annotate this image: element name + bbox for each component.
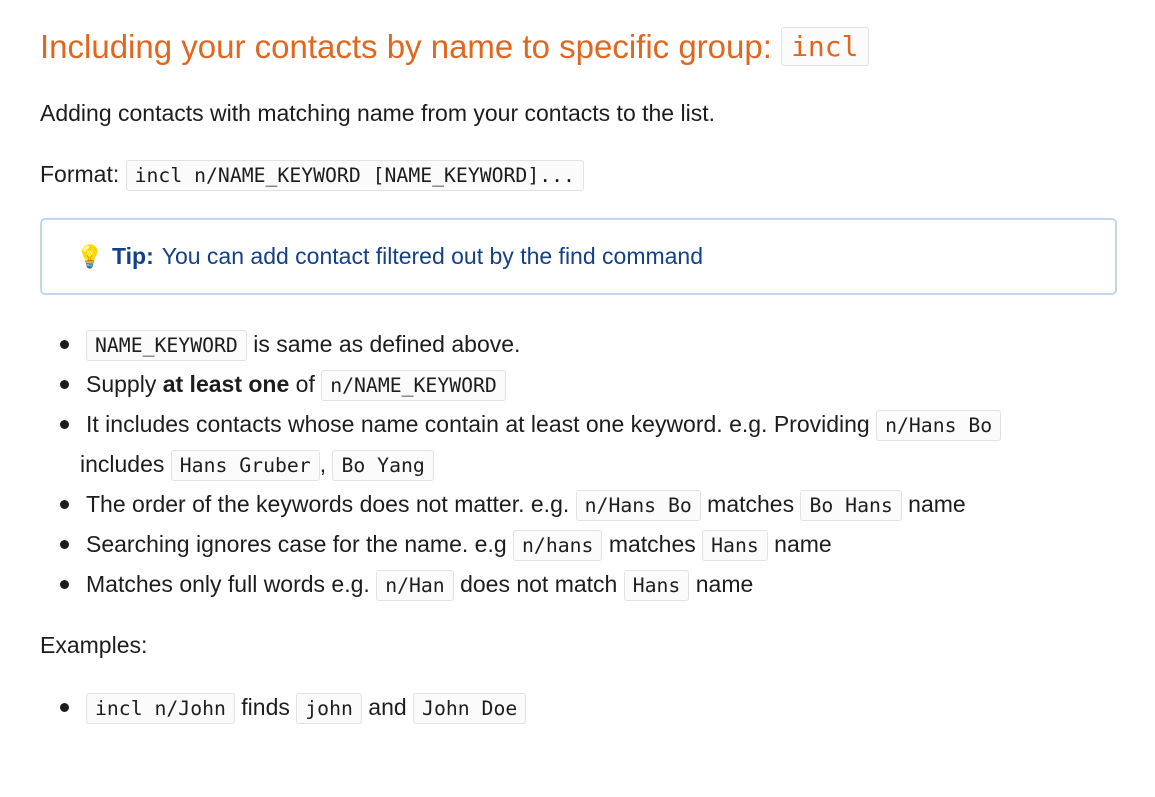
list-item-text: finds <box>234 694 297 720</box>
inline-code: n/NAME_KEYWORD <box>321 370 506 401</box>
bold-text: at least one <box>162 371 290 397</box>
list-item-text: matches <box>602 531 703 557</box>
tip-text: You can add contact filtered out by the … <box>161 243 704 269</box>
list-item-text: includes <box>80 451 171 477</box>
list-item-text: name <box>901 491 966 517</box>
inline-code: n/hans <box>513 530 603 561</box>
list-item: Matches only full words e.g. n/Han does … <box>60 565 1115 605</box>
inline-code: Hans Gruber <box>170 450 320 481</box>
examples-list: incl n/John finds john and John Doe <box>40 688 1115 728</box>
inline-code: n/Han <box>376 570 454 601</box>
list-item-text: , <box>319 451 333 477</box>
inline-code: NAME_KEYWORD <box>86 330 247 361</box>
list-item: It includes contacts whose name contain … <box>60 405 1115 485</box>
list-item: The order of the keywords does not matte… <box>60 485 1115 525</box>
list-item-text: It includes contacts whose name contain … <box>86 411 877 437</box>
inline-code: john <box>296 693 362 724</box>
format-line: Format: incl n/NAME_KEYWORD [NAME_KEYWOR… <box>40 157 1115 193</box>
format-label: Format: <box>40 161 126 187</box>
inline-code: Hans <box>702 530 768 561</box>
list-item: NAME_KEYWORD is same as defined above. <box>60 325 1115 365</box>
inline-code: Hans <box>623 570 690 601</box>
inline-code: John Doe <box>413 693 527 724</box>
tip-box: 💡 Tip: You can add contact filtered out … <box>40 218 1117 295</box>
list-item-text: name <box>767 531 832 557</box>
examples-label: Examples: <box>40 632 148 658</box>
list-item-text: does not match <box>453 571 624 597</box>
list-item-text: Matches only full words e.g. <box>86 571 377 597</box>
list-item-text: name <box>689 571 754 597</box>
inline-code: n/Hans Bo <box>575 490 701 521</box>
tip-label: Tip: <box>112 243 154 269</box>
list-item-text: Searching ignores case for the name. e.g <box>86 531 514 557</box>
document-page: Including your contacts by name to speci… <box>0 0 1155 728</box>
notes-list: NAME_KEYWORD is same as defined above. S… <box>40 325 1115 605</box>
heading-command-code: incl <box>781 27 869 66</box>
section-heading: Including your contacts by name to speci… <box>40 22 1115 72</box>
list-item-text: of <box>289 371 322 397</box>
list-item: Supply at least one of n/NAME_KEYWORD <box>60 365 1115 405</box>
list-item-text: is same as defined above. <box>246 331 521 357</box>
inline-code: incl n/John <box>86 693 235 724</box>
list-item-text: matches <box>700 491 801 517</box>
intro-paragraph: Adding contacts with matching name from … <box>40 100 715 126</box>
format-code: incl n/NAME_KEYWORD [NAME_KEYWORD]... <box>125 160 584 191</box>
inline-code: n/Hans Bo <box>876 410 1002 441</box>
inline-code: Bo Hans <box>800 490 902 521</box>
list-item: incl n/John finds john and John Doe <box>60 688 1115 728</box>
list-item-text: and <box>361 694 414 720</box>
heading-text: Including your contacts by name to speci… <box>40 28 782 65</box>
list-item-text: Supply <box>86 371 163 397</box>
inline-code: Bo Yang <box>332 450 434 481</box>
lightbulb-icon: 💡 <box>76 243 104 269</box>
list-item-text: The order of the keywords does not matte… <box>86 491 576 517</box>
list-item: Searching ignores case for the name. e.g… <box>60 525 1115 565</box>
